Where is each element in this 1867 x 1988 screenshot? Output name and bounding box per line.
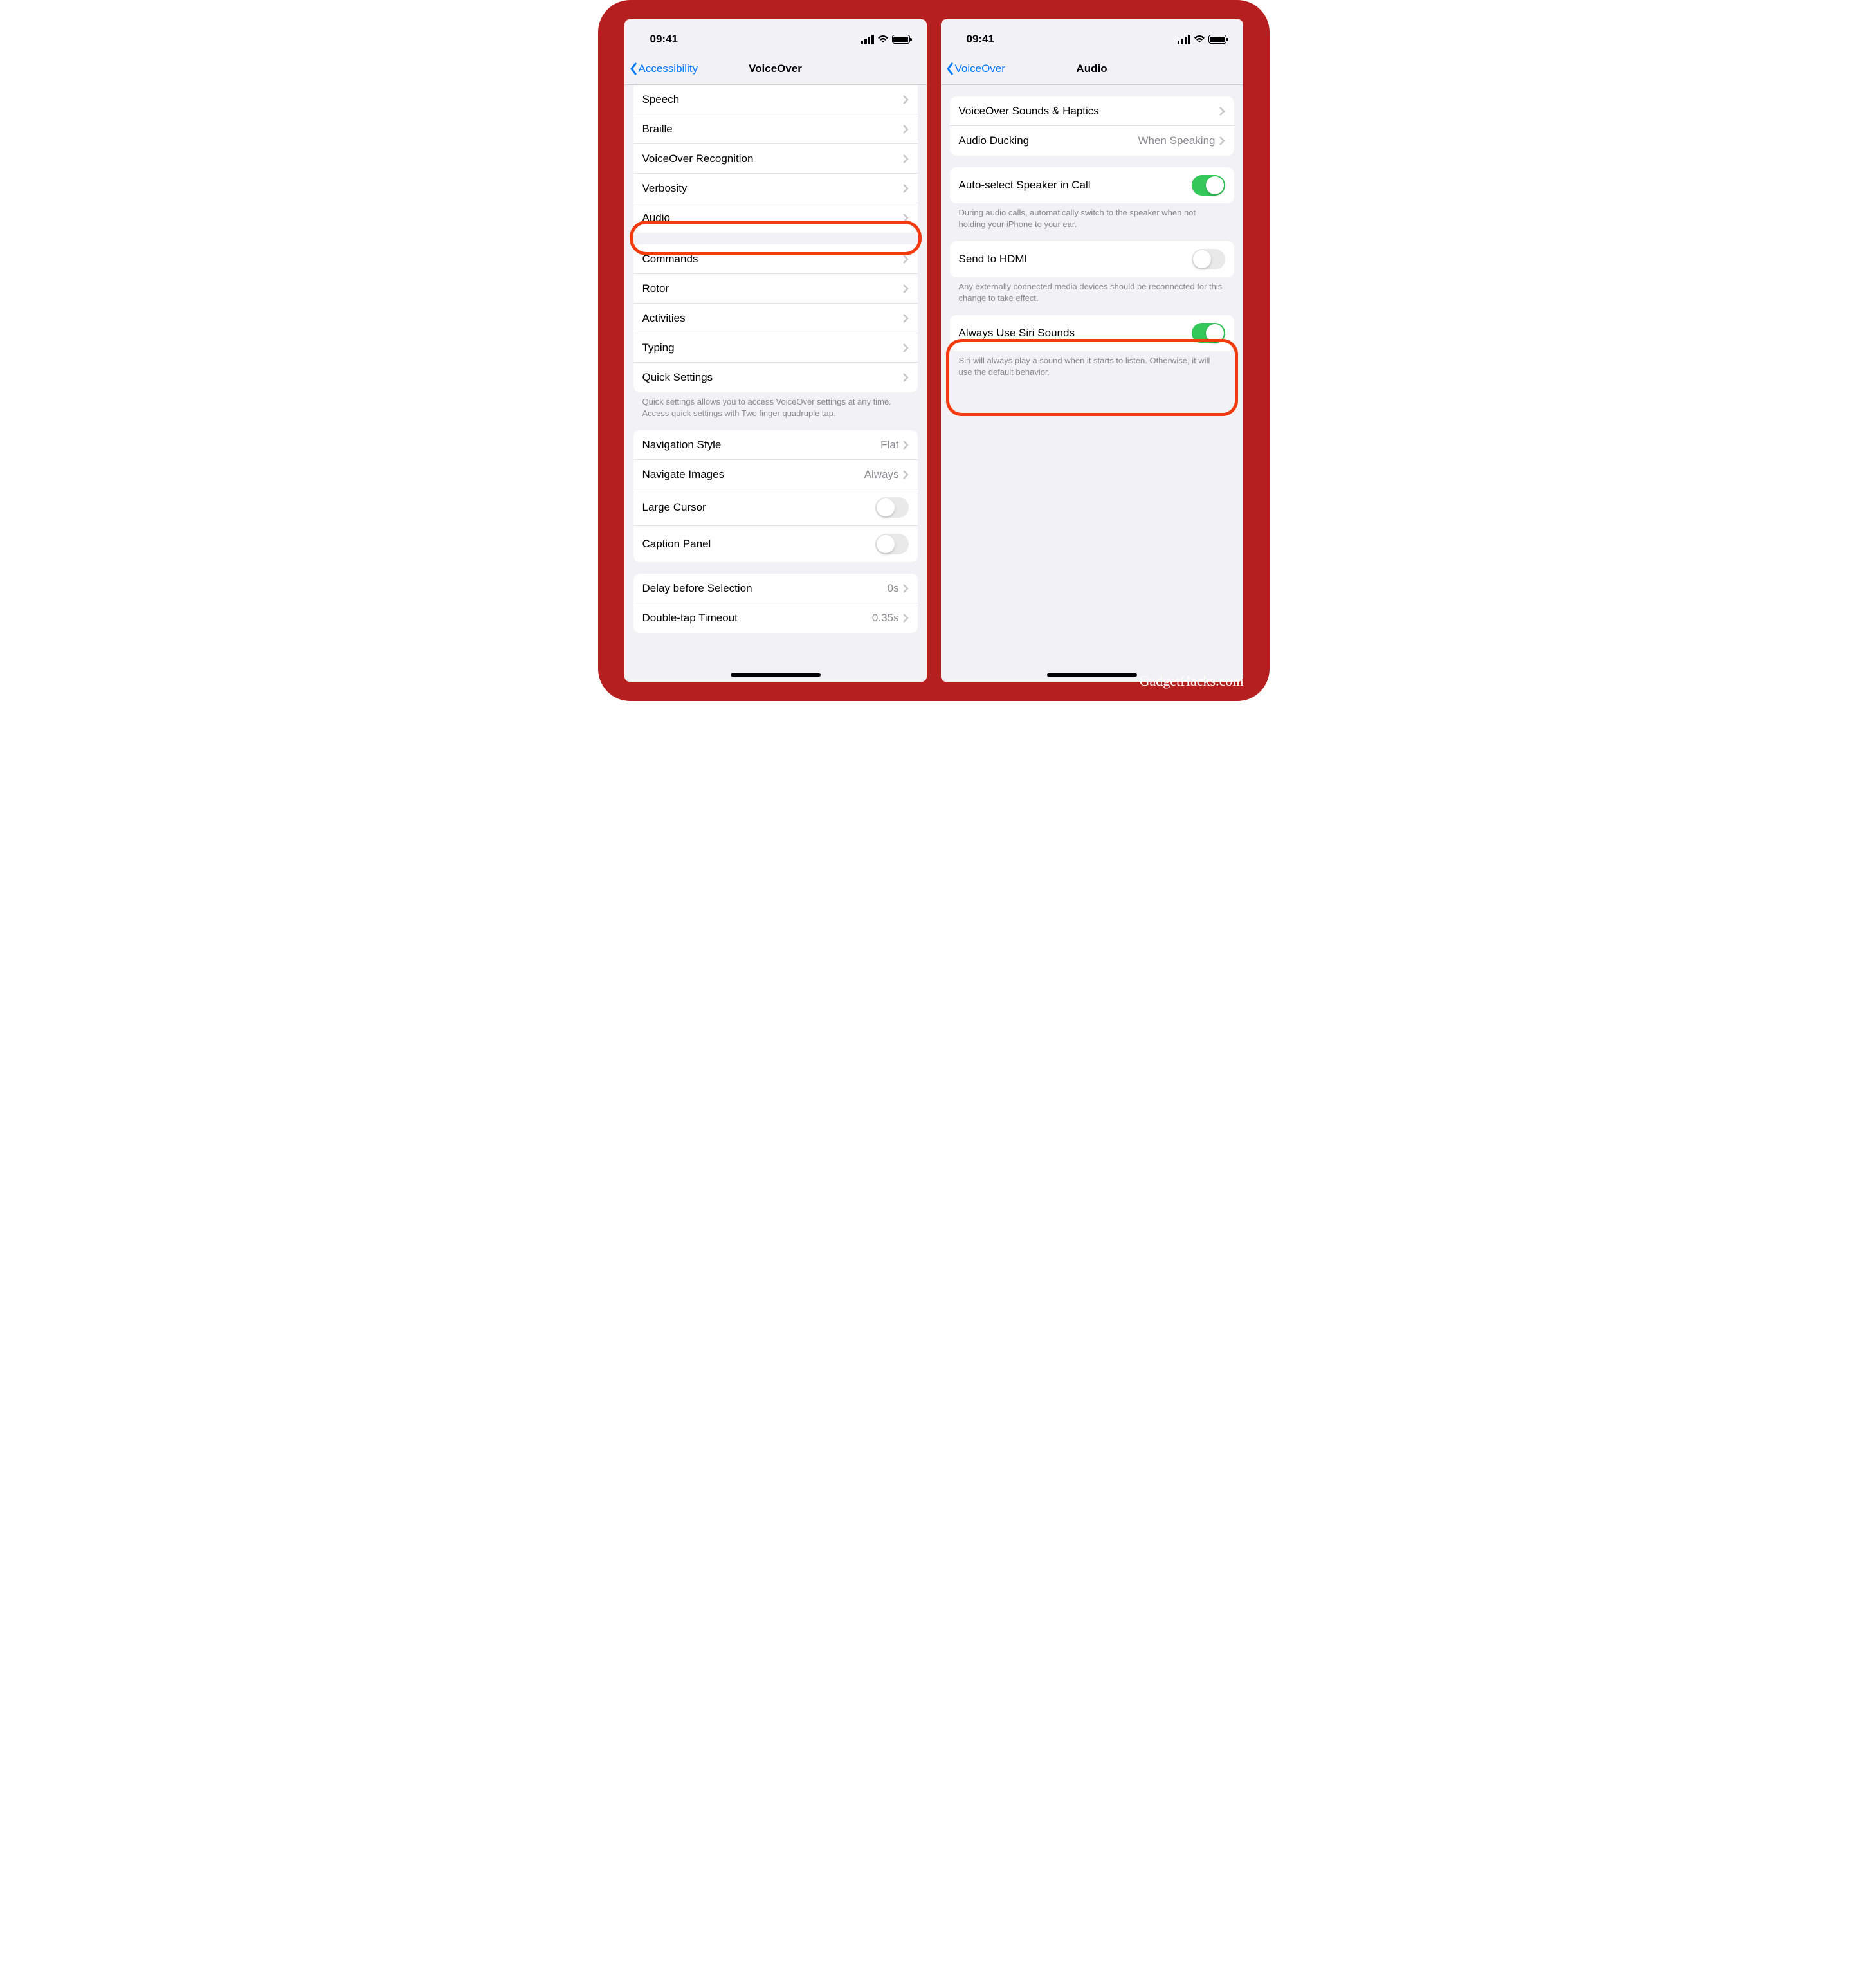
chevron-right-icon <box>903 184 909 193</box>
row-verbosity[interactable]: Verbosity <box>633 174 918 203</box>
wifi-icon <box>877 35 889 44</box>
row-send-to-hdmi: Send to HDMI <box>950 241 1234 277</box>
group-audio-1: VoiceOver Sounds & Haptics Audio Ducking… <box>950 96 1234 156</box>
siri-sounds-toggle[interactable] <box>1192 323 1225 343</box>
row-navigation-style[interactable]: Navigation Style Flat <box>633 430 918 460</box>
nav-bar: VoiceOver Audio <box>941 54 1243 85</box>
battery-icon <box>1208 35 1226 44</box>
back-button[interactable]: Accessibility <box>630 62 698 76</box>
chevron-right-icon <box>903 154 909 163</box>
group-voiceover-1: Speech Braille VoiceOver Recognition Ver… <box>633 85 918 233</box>
status-time: 09:41 <box>650 33 678 46</box>
row-typing[interactable]: Typing <box>633 333 918 363</box>
home-indicator <box>1047 673 1137 677</box>
auto-select-speaker-toggle[interactable] <box>1192 175 1225 196</box>
row-activities[interactable]: Activities <box>633 304 918 333</box>
row-voiceover-recognition[interactable]: VoiceOver Recognition <box>633 144 918 174</box>
chevron-right-icon <box>903 255 909 264</box>
row-auto-select-speaker: Auto-select Speaker in Call <box>950 167 1234 203</box>
group-audio-3: Send to HDMI <box>950 241 1234 277</box>
row-caption-panel: Caption Panel <box>633 526 918 562</box>
row-speech[interactable]: Speech <box>633 85 918 114</box>
chevron-right-icon <box>903 343 909 352</box>
chevron-left-icon <box>630 62 639 76</box>
chevron-right-icon <box>903 441 909 450</box>
status-icons <box>1178 35 1226 44</box>
chevron-right-icon <box>903 125 909 134</box>
send-to-hdmi-toggle[interactable] <box>1192 249 1225 269</box>
row-commands[interactable]: Commands <box>633 244 918 274</box>
status-icons <box>861 35 910 44</box>
chevron-right-icon <box>1219 136 1225 145</box>
chevron-right-icon <box>1219 107 1225 116</box>
row-large-cursor: Large Cursor <box>633 489 918 526</box>
row-audio[interactable]: Audio <box>633 203 918 233</box>
group-audio-2: Auto-select Speaker in Call <box>950 167 1234 203</box>
row-delay-before-selection[interactable]: Delay before Selection 0s <box>633 574 918 603</box>
chevron-left-icon <box>946 62 955 76</box>
battery-icon <box>892 35 910 44</box>
chevron-right-icon <box>903 614 909 623</box>
back-label: VoiceOver <box>955 62 1005 75</box>
cellular-signal-icon <box>861 35 874 44</box>
group-voiceover-4: Delay before Selection 0s Double-tap Tim… <box>633 574 918 633</box>
row-rotor[interactable]: Rotor <box>633 274 918 304</box>
row-double-tap-timeout[interactable]: Double-tap Timeout 0.35s <box>633 603 918 633</box>
group-voiceover-2: Commands Rotor Activities Typing <box>633 244 918 392</box>
group4-footer: Siri will always play a sound when it st… <box>941 351 1243 378</box>
row-sounds-haptics[interactable]: VoiceOver Sounds & Haptics <box>950 96 1234 126</box>
chevron-right-icon <box>903 373 909 382</box>
chevron-right-icon <box>903 584 909 593</box>
row-navigate-images[interactable]: Navigate Images Always <box>633 460 918 489</box>
chevron-right-icon <box>903 314 909 323</box>
chevron-right-icon <box>903 284 909 293</box>
large-cursor-toggle[interactable] <box>875 497 909 518</box>
back-button[interactable]: VoiceOver <box>946 62 1005 76</box>
group2-footer: During audio calls, automatically switch… <box>941 203 1243 230</box>
cellular-signal-icon <box>1178 35 1190 44</box>
row-always-use-siri-sounds: Always Use Siri Sounds <box>950 315 1234 351</box>
chevron-right-icon <box>903 470 909 479</box>
caption-panel-toggle[interactable] <box>875 534 909 554</box>
row-braille[interactable]: Braille <box>633 114 918 144</box>
group2-footer: Quick settings allows you to access Voic… <box>624 392 927 419</box>
watermark: GadgetHacks.com <box>1140 673 1244 689</box>
chevron-right-icon <box>903 95 909 104</box>
wifi-icon <box>1194 35 1205 44</box>
status-bar: 09:41 <box>624 19 927 54</box>
phone-right-audio: 09:41 VoiceOver Audio VoiceOver Sounds & <box>941 19 1243 682</box>
nav-bar: Accessibility VoiceOver <box>624 54 927 85</box>
phone-left-voiceover: 09:41 Accessibility VoiceOver Speech <box>624 19 927 682</box>
group-voiceover-3: Navigation Style Flat Navigate Images Al… <box>633 430 918 562</box>
back-label: Accessibility <box>639 62 698 75</box>
group-audio-4: Always Use Siri Sounds <box>950 315 1234 351</box>
row-quick-settings[interactable]: Quick Settings <box>633 363 918 392</box>
status-bar: 09:41 <box>941 19 1243 54</box>
home-indicator <box>731 673 821 677</box>
status-time: 09:41 <box>967 33 994 46</box>
group3-footer: Any externally connected media devices s… <box>941 277 1243 304</box>
row-audio-ducking[interactable]: Audio Ducking When Speaking <box>950 126 1234 156</box>
chevron-right-icon <box>903 214 909 223</box>
